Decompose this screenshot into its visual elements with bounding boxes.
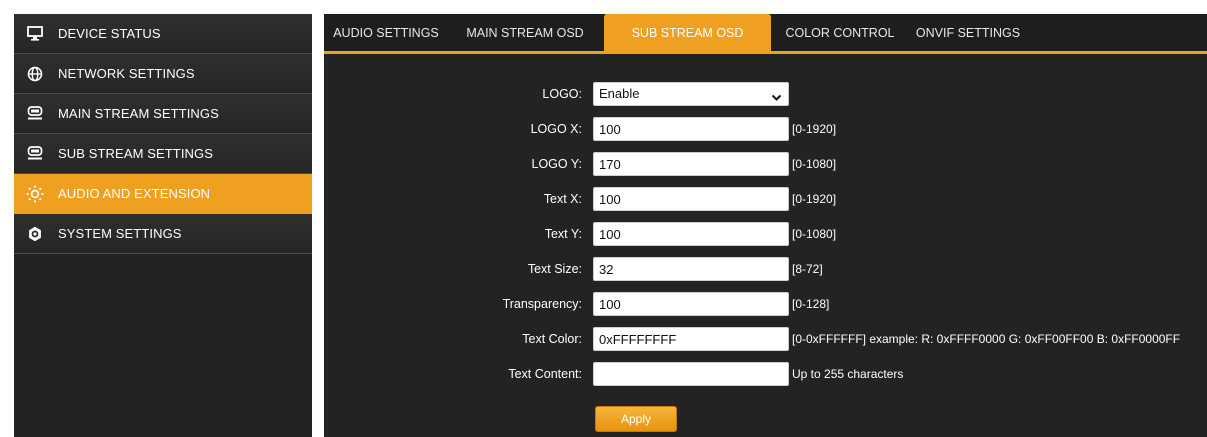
text-x-row: Text X: [0-1920] — [324, 186, 1207, 212]
app-window: DEVICE STATUS NETWORK SETTINGS MAIN STRE… — [0, 0, 1207, 437]
tab-bar: AUDIO SETTINGS MAIN STREAM OSD SUB STREA… — [324, 14, 1207, 54]
logo-label: LOGO: — [542, 87, 582, 101]
logo-y-label: LOGO Y: — [531, 157, 583, 171]
sun-dotted-icon — [26, 185, 44, 203]
sidebar-item-device-status[interactable]: DEVICE STATUS — [14, 14, 312, 54]
apply-button[interactable]: Apply — [595, 406, 677, 432]
tab-main-stream-osd[interactable]: MAIN STREAM OSD — [458, 14, 592, 51]
logo-select[interactable]: Enable — [593, 82, 789, 106]
transparency-row: Transparency: [0-128] — [324, 291, 1207, 317]
gear-icon — [26, 225, 44, 243]
text-y-row: Text Y: [0-1080] — [324, 221, 1207, 247]
camera-icon — [26, 105, 44, 123]
text-x-input[interactable] — [593, 187, 789, 211]
text-color-input[interactable] — [593, 327, 789, 351]
logo-x-label: LOGO X: — [530, 122, 582, 136]
text-x-range-hint: [0-1920] — [792, 192, 837, 206]
transparency-input[interactable] — [593, 292, 789, 316]
transparency-range-hint: [0-128] — [792, 297, 830, 311]
tab-sub-stream-osd[interactable]: SUB STREAM OSD — [604, 14, 771, 51]
text-color-label: Text Color: — [522, 332, 582, 346]
sidebar-item-audio-and-extension[interactable]: AUDIO AND EXTENSION — [14, 174, 312, 214]
sidebar-item-label: AUDIO AND EXTENSION — [58, 186, 211, 201]
transparency-label: Transparency: — [502, 297, 582, 311]
tab-onvif-settings[interactable]: ONVIF SETTINGS — [907, 14, 1029, 51]
text-content-row: Text Content: Up to 255 characters — [324, 361, 1207, 387]
logo-y-row: LOGO Y: [0-1080] — [324, 151, 1207, 177]
logo-x-range-hint: [0-1920] — [792, 122, 837, 136]
text-y-range-hint: [0-1080] — [792, 227, 837, 241]
tab-color-control[interactable]: COLOR CONTROL — [779, 14, 901, 51]
logo-row: LOGO: Enable — [324, 81, 1207, 107]
logo-x-row: LOGO X: [0-1920] — [324, 116, 1207, 142]
text-y-label: Text Y: — [544, 227, 582, 241]
sidebar-item-label: DEVICE STATUS — [58, 26, 161, 41]
sidebar-item-label: SUB STREAM SETTINGS — [58, 146, 214, 161]
text-content-input[interactable] — [593, 362, 789, 386]
sidebar-item-label: SYSTEM SETTINGS — [58, 226, 182, 241]
text-color-row: Text Color: [0-0xFFFFFF] example: R: 0xF… — [324, 326, 1207, 352]
sidebar-item-sub-stream-settings[interactable]: SUB STREAM SETTINGS — [14, 134, 312, 174]
text-size-label: Text Size: — [527, 262, 582, 276]
logo-y-range-hint: [0-1080] — [792, 157, 837, 171]
tab-audio-settings[interactable]: AUDIO SETTINGS — [330, 14, 442, 51]
main-panel: AUDIO SETTINGS MAIN STREAM OSD SUB STREA… — [324, 14, 1207, 437]
osd-form: LOGO: Enable LOGO X: [0-1920] LOGO Y: [0… — [324, 54, 1207, 437]
text-size-input[interactable] — [593, 257, 789, 281]
text-content-hint: Up to 255 characters — [792, 367, 904, 381]
text-size-row: Text Size: [8-72] — [324, 256, 1207, 282]
text-content-label: Text Content: — [508, 367, 582, 381]
text-size-range-hint: [8-72] — [792, 262, 823, 276]
sidebar-item-main-stream-settings[interactable]: MAIN STREAM SETTINGS — [14, 94, 312, 134]
sidebar-item-label: MAIN STREAM SETTINGS — [58, 106, 219, 121]
sidebar: DEVICE STATUS NETWORK SETTINGS MAIN STRE… — [14, 14, 312, 437]
text-color-range-hint: [0-0xFFFFFF] example: R: 0xFFFF0000 G: 0… — [792, 332, 1181, 346]
logo-x-input[interactable] — [593, 117, 789, 141]
globe-icon — [26, 65, 44, 83]
monitor-icon — [26, 25, 44, 43]
text-y-input[interactable] — [593, 222, 789, 246]
sidebar-item-system-settings[interactable]: SYSTEM SETTINGS — [14, 214, 312, 254]
chevron-down-icon — [771, 90, 782, 105]
logo-select-value: Enable — [599, 86, 640, 101]
camera-icon — [26, 145, 44, 163]
sidebar-item-label: NETWORK SETTINGS — [58, 66, 195, 81]
text-x-label: Text X: — [543, 192, 582, 206]
logo-y-input[interactable] — [593, 152, 789, 176]
sidebar-item-network-settings[interactable]: NETWORK SETTINGS — [14, 54, 312, 94]
